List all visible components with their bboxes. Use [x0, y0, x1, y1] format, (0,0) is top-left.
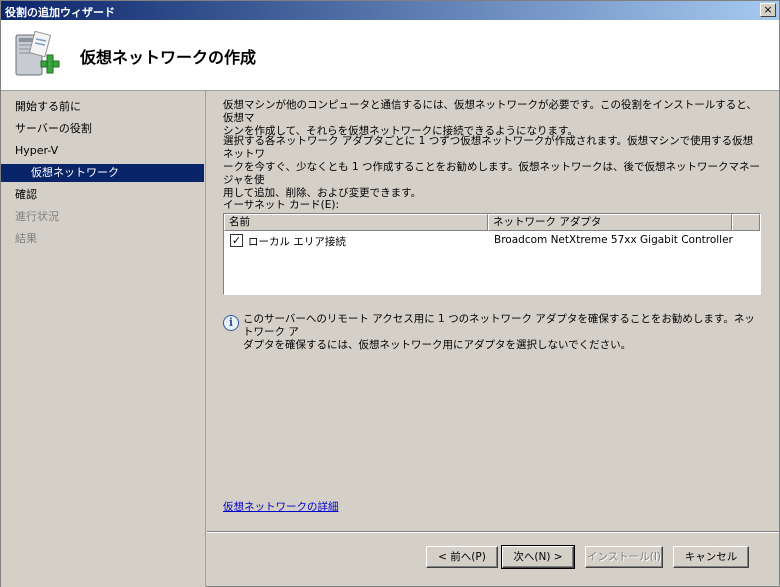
- cancel-button[interactable]: キャンセル: [673, 546, 749, 568]
- table-row[interactable]: ✓ ローカル エリア接続 Broadcom NetXtreme 57xx Gig…: [224, 233, 760, 249]
- content-pane: 仮想マシンが他のコンピュータと通信するには、仮想ネットワークが必要です。この役割…: [207, 91, 779, 531]
- nav-item-before-you-begin[interactable]: 開始する前に: [1, 98, 204, 116]
- nav-item-hyper-v[interactable]: Hyper-V: [1, 142, 204, 160]
- nav-item-results: 結果: [15, 232, 37, 245]
- window-title: 役割の追加ウィザード: [5, 6, 115, 19]
- adapter-description-cell: Broadcom NetXtreme 57xx Gigabit Controll…: [494, 234, 733, 246]
- nav-item-confirmation[interactable]: 確認: [1, 186, 204, 204]
- nav-item-progress: 進行状況: [15, 210, 59, 223]
- title-bar[interactable]: 役割の追加ウィザード ×: [1, 1, 779, 20]
- adapter-checkbox[interactable]: ✓: [230, 234, 243, 247]
- list-header: 名前 ネットワーク アダプタ: [224, 214, 760, 231]
- nav-item-virtual-network[interactable]: 仮想ネットワーク: [1, 164, 204, 182]
- back-button[interactable]: < 前へ(P): [426, 546, 498, 568]
- close-button[interactable]: ×: [760, 3, 776, 17]
- wizard-header: 仮想ネットワークの作成: [1, 20, 779, 91]
- adapter-name-cell: ローカル エリア接続: [248, 236, 346, 248]
- server-add-icon: [15, 30, 60, 76]
- network-adapter-list[interactable]: 名前 ネットワーク アダプタ ✓ ローカル エリア接続 Broadcom Net…: [223, 213, 761, 295]
- page-title: 仮想ネットワークの作成: [80, 48, 257, 67]
- next-button[interactable]: 次へ(N) >: [501, 545, 575, 569]
- nav-item-server-roles[interactable]: サーバーの役割: [1, 120, 204, 138]
- wizard-steps-nav: 開始する前に サーバーの役割 Hyper-V 仮想ネットワーク 確認 進行状況 …: [1, 91, 206, 587]
- button-separator: [207, 531, 779, 533]
- info-message: このサーバーへのリモート アクセス用に 1 つのネットワーク アダプタを確保する…: [243, 313, 755, 351]
- info-icon: i: [223, 315, 239, 331]
- column-header-adapter[interactable]: ネットワーク アダプタ: [488, 214, 732, 231]
- intro-paragraph: 仮想マシンが他のコンピュータと通信するには、仮想ネットワークが必要です。この役割…: [223, 99, 757, 137]
- column-header-empty: [732, 214, 760, 231]
- install-button: インストール(I): [585, 546, 663, 568]
- column-header-name[interactable]: 名前: [224, 214, 488, 231]
- virtual-network-help-link[interactable]: 仮想ネットワークの詳細: [223, 499, 339, 514]
- wizard-window: 役割の追加ウィザード × 仮想ネットワークの作成 開始する前に サーバーの役割 …: [0, 0, 780, 587]
- ethernet-card-label: イーサネット カード(E):: [223, 199, 339, 211]
- description-paragraph: 選択する各ネットワーク アダプタごとに 1 つずつ仮想ネットワークが作成されます…: [223, 135, 760, 199]
